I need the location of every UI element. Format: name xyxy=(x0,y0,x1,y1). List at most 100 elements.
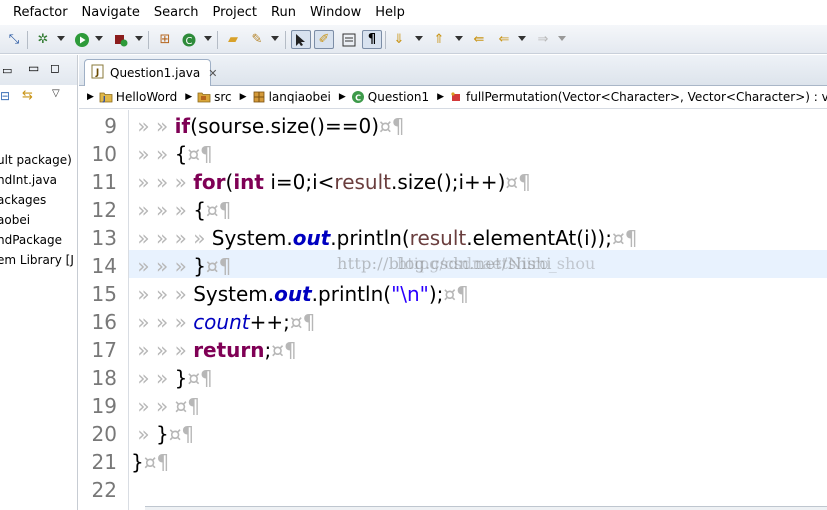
debug-icon[interactable]: ✲ xyxy=(33,30,53,49)
svg-text:C: C xyxy=(186,36,193,47)
line-number: 18 xyxy=(91,366,117,390)
toggle-mark-occurrences-icon[interactable] xyxy=(291,30,311,49)
minimize-icon[interactable]: ▭ xyxy=(28,61,39,75)
package-explorer-header: ▭ ▭ ◻ xyxy=(0,55,77,85)
last-edit-location-icon[interactable]: ⇚ xyxy=(469,30,489,49)
svg-text:J: J xyxy=(102,95,106,103)
tree-item[interactable]: em Library [J xyxy=(0,250,74,270)
line-number: 22 xyxy=(91,478,117,502)
tree-item[interactable]: ult package) xyxy=(0,150,74,170)
chevron-right-icon[interactable]: ▶ xyxy=(185,92,192,102)
menu-bar: Refactor Navigate Search Project Run Win… xyxy=(0,0,827,25)
code-line: » » » System.out.println("\n");¤¶ xyxy=(137,282,469,306)
debug-dropdown[interactable] xyxy=(57,36,65,41)
collapse-all-icon[interactable]: ⊟ xyxy=(0,89,10,103)
menu-window[interactable]: Window xyxy=(303,0,368,25)
line-number: 12 xyxy=(91,198,117,222)
code-line: » » » » System.out.println(result.elemen… xyxy=(137,226,638,250)
forward-dropdown[interactable] xyxy=(558,36,566,41)
menu-search[interactable]: Search xyxy=(147,0,206,25)
open-type-icon[interactable]: C xyxy=(179,30,199,49)
chevron-right-icon[interactable]: ▶ xyxy=(240,92,247,102)
toolbar-separator xyxy=(285,31,286,49)
editor-tab-bar: J Question1.java ✕ xyxy=(79,55,827,86)
tree-item[interactable]: aobei xyxy=(0,210,74,230)
code-line: » » » count++;¤¶ xyxy=(137,310,316,334)
code-line: » » » return;¤¶ xyxy=(137,338,297,362)
line-number-gutter: 9 10 11 12 13 14 15 16 17 18 19 20 21 22 xyxy=(79,110,129,510)
edit-icon[interactable]: ✐ xyxy=(314,30,334,49)
block-selection-icon[interactable] xyxy=(339,30,359,49)
external-tools-dropdown[interactable] xyxy=(135,36,143,41)
show-whitespace-icon[interactable]: ¶ xyxy=(362,30,382,49)
new-java-class-icon[interactable]: ⊞ xyxy=(155,30,175,49)
svg-text:C: C xyxy=(355,94,361,103)
editor-tab-question1[interactable]: J Question1.java ✕ xyxy=(84,59,217,86)
code-line: » » {¤¶ xyxy=(137,142,213,166)
breadcrumb: ▶ J HelloWord ▶ src ▶ lanqiaobei ▶ C Que… xyxy=(79,86,827,109)
view-menu-chevron-icon[interactable]: ▽ xyxy=(52,88,60,99)
search-dropdown[interactable] xyxy=(271,36,279,41)
close-tab-icon[interactable]: ✕ xyxy=(208,67,217,80)
line-number: 11 xyxy=(91,170,117,194)
horizontal-scrollbar[interactable] xyxy=(145,506,827,510)
next-annotation-dropdown[interactable] xyxy=(415,36,423,41)
external-tools-icon[interactable] xyxy=(111,30,131,49)
code-line: » » if(sourse.size()==0)¤¶ xyxy=(137,114,405,138)
line-number: 17 xyxy=(91,338,117,362)
class-icon: C xyxy=(351,89,365,105)
search-icon[interactable]: ✎ xyxy=(247,30,267,49)
run-icon[interactable] xyxy=(72,30,92,49)
previous-annotation-dropdown[interactable] xyxy=(455,36,463,41)
next-annotation-icon[interactable]: ⇓ xyxy=(389,30,409,49)
package-icon xyxy=(252,89,266,105)
run-dropdown[interactable] xyxy=(95,36,103,41)
line-number: 13 xyxy=(91,226,117,250)
line-number: 16 xyxy=(91,310,117,334)
menu-project[interactable]: Project xyxy=(206,0,264,25)
open-type-dropdown[interactable] xyxy=(204,36,212,41)
code-line: » » ¤¶ xyxy=(137,394,201,418)
toolbar-separator xyxy=(27,31,28,49)
source-folder-icon xyxy=(197,89,211,105)
code-text[interactable]: » » if(sourse.size()==0)¤¶ » » {¤¶ » » »… xyxy=(131,112,827,504)
chevron-right-icon[interactable]: ▶ xyxy=(87,92,94,102)
line-number: 15 xyxy=(91,282,117,306)
chevron-right-icon[interactable]: ▶ xyxy=(437,92,444,102)
chevron-right-icon[interactable]: ▶ xyxy=(339,92,346,102)
previous-annotation-icon[interactable]: ⇑ xyxy=(429,30,449,49)
line-number: 9 xyxy=(104,114,117,138)
breadcrumb-item[interactable]: HelloWord xyxy=(116,90,177,104)
forward-icon[interactable]: ⇒ xyxy=(533,30,553,49)
back-icon[interactable]: ⇐ xyxy=(494,30,514,49)
folder-open-icon[interactable]: ▰ xyxy=(223,30,243,49)
toolbar-separator xyxy=(385,31,386,49)
editor-tab-label: Question1.java xyxy=(110,66,201,80)
back-dropdown[interactable] xyxy=(518,36,526,41)
code-line: }¤¶ xyxy=(131,450,170,474)
breadcrumb-item[interactable]: Question1 xyxy=(368,90,429,104)
tree-item[interactable]: ndInt.java xyxy=(0,170,74,190)
menu-help[interactable]: Help xyxy=(368,0,412,25)
menu-navigate[interactable]: Navigate xyxy=(75,0,147,25)
breadcrumb-item[interactable]: src xyxy=(214,90,232,104)
line-number: 10 xyxy=(91,142,117,166)
code-line: » » » for(int i=0;i<result.size();i++)¤¶ xyxy=(137,170,531,194)
maximize-icon[interactable]: ◻ xyxy=(50,61,60,75)
code-line: » » » {¤¶ xyxy=(137,198,232,222)
toolbar-separator xyxy=(217,31,218,49)
breadcrumb-item[interactable]: lanqiaobei xyxy=(269,90,331,104)
package-explorer-toolbar: ⊟ ⇆ ▽ xyxy=(0,85,77,109)
line-number: 21 xyxy=(91,450,117,474)
tree-item[interactable]: ackages xyxy=(0,190,74,210)
code-editor[interactable]: 9 10 11 12 13 14 15 16 17 18 19 20 21 22… xyxy=(79,110,827,510)
code-line: » » }¤¶ xyxy=(137,366,213,390)
breadcrumb-item[interactable]: fullPermutation(Vector<Character>, Vecto… xyxy=(466,90,827,104)
menu-refactor[interactable]: Refactor xyxy=(0,0,75,25)
menu-run[interactable]: Run xyxy=(264,0,303,25)
link-icon[interactable]: ⤡ xyxy=(4,30,24,49)
view-menu-icon[interactable]: ▭ xyxy=(2,64,12,77)
link-with-editor-icon[interactable]: ⇆ xyxy=(22,88,33,103)
tree-item[interactable]: ndPackage xyxy=(0,230,74,250)
